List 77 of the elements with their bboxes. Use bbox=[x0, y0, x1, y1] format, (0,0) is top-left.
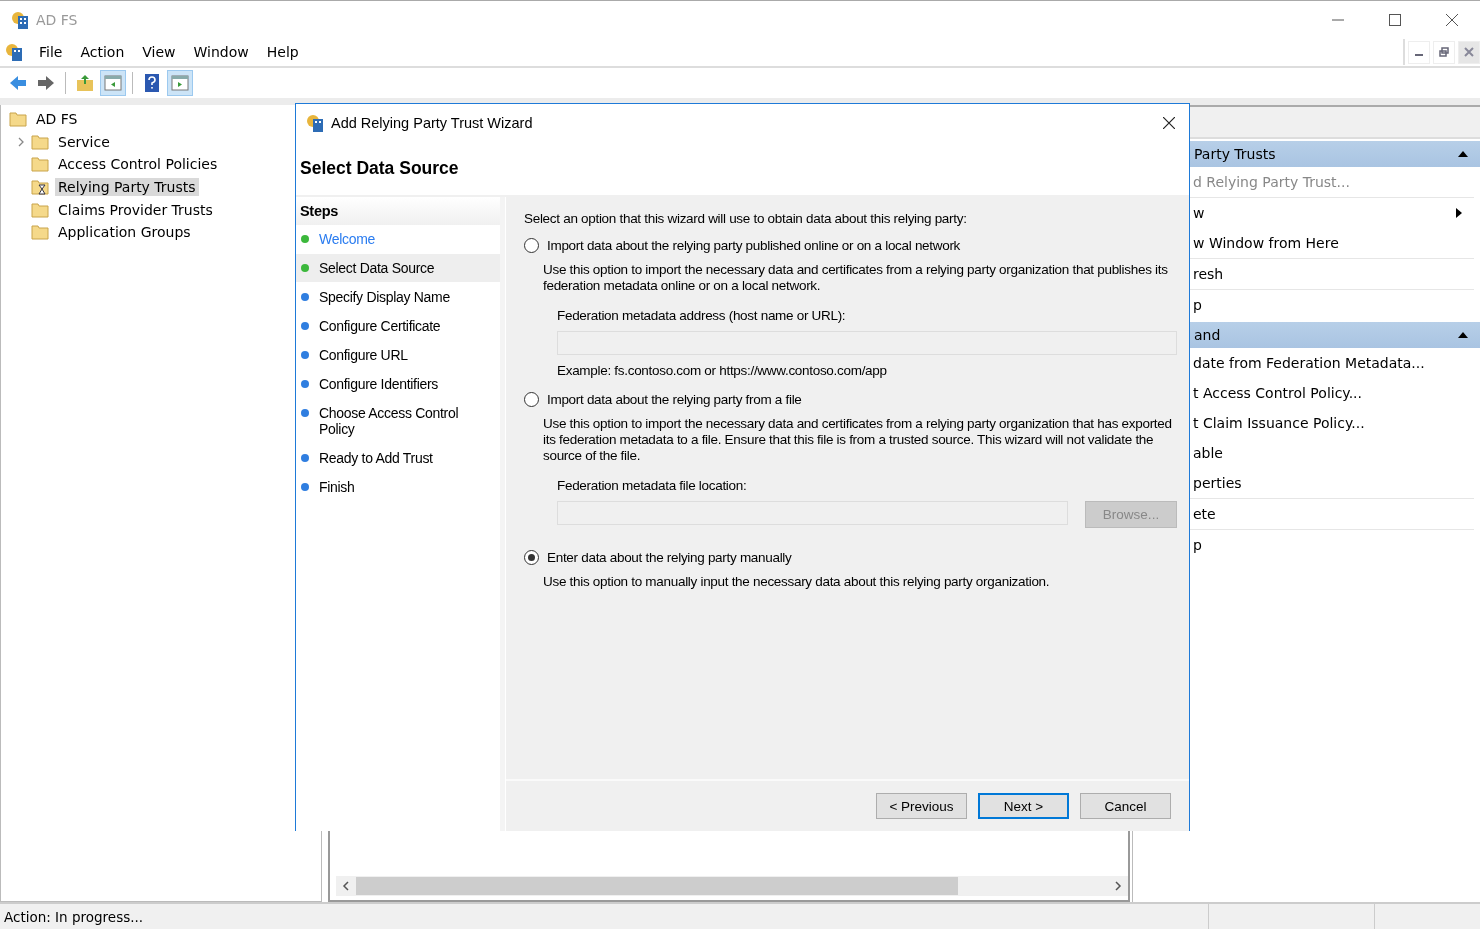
radio-option[interactable]: Enter data about the relying party manually bbox=[524, 550, 1177, 565]
wizard-step[interactable]: Specify Display Name bbox=[296, 283, 500, 311]
restore-button[interactable] bbox=[1433, 40, 1455, 64]
task-link[interactable]: p bbox=[1193, 297, 1202, 313]
task-link[interactable]: ete bbox=[1193, 506, 1216, 522]
pane-toggle-icon[interactable] bbox=[101, 71, 125, 95]
menu-item[interactable]: Window bbox=[193, 44, 249, 60]
close-button[interactable] bbox=[1458, 40, 1480, 64]
close-icon bbox=[1464, 47, 1474, 57]
dialog-button[interactable]: < Previous bbox=[876, 793, 967, 819]
field-label: Federation metadata address (host name or URL): bbox=[557, 308, 847, 323]
tree-item[interactable]: Access Control Policies bbox=[55, 155, 221, 174]
wizard-step[interactable]: Choose Access Control Policy bbox=[296, 399, 500, 443]
example-text: Example: fs.contoso.com or https://www.contoso.com/app bbox=[557, 363, 888, 378]
folder-icon bbox=[9, 111, 27, 128]
restore-icon bbox=[1439, 47, 1449, 57]
maximize-icon[interactable] bbox=[1389, 13, 1401, 26]
task-link[interactable]: w Window from Here bbox=[1193, 235, 1339, 251]
window-title: AD FS bbox=[36, 11, 78, 28]
task-link[interactable]: t Claim Issuance Policy... bbox=[1193, 415, 1365, 431]
page-title: Select Data Source bbox=[300, 157, 459, 179]
chevron-icon[interactable] bbox=[17, 136, 25, 147]
wizard-step[interactable]: Configure Certificate bbox=[296, 312, 500, 340]
wizard-step[interactable]: Ready to Add Trust bbox=[296, 444, 500, 472]
task-link[interactable]: w bbox=[1193, 205, 1205, 221]
menu-item[interactable]: File bbox=[39, 44, 63, 60]
scroll-right-icon[interactable] bbox=[1114, 881, 1122, 891]
radio-button[interactable] bbox=[524, 550, 539, 565]
folder-icon bbox=[31, 156, 49, 173]
task-link[interactable]: p bbox=[1193, 537, 1202, 553]
collapse-triangle-icon[interactable] bbox=[1458, 332, 1468, 338]
folder-icon bbox=[31, 224, 49, 241]
pane-toggle-icon[interactable] bbox=[168, 71, 192, 95]
wizard-step[interactable]: Configure Identifiers bbox=[296, 370, 500, 398]
dialog-title: Add Relying Party Trust Wizard bbox=[331, 114, 533, 131]
option-description: Use this option to import the necessary data and certificates from a relying party organization that publishes its federation metadata online or on a local network. bbox=[543, 262, 1169, 294]
minimize-icon bbox=[1415, 54, 1423, 56]
folder-icon bbox=[31, 201, 49, 218]
task-link[interactable]: t Access Control Policy... bbox=[1193, 385, 1362, 401]
menu-item[interactable]: Help bbox=[266, 44, 299, 60]
instruction-text: Select an option that this wizard will use to obtain data about this relying party: bbox=[524, 211, 968, 226]
wizard-step[interactable]: Finish bbox=[296, 473, 500, 501]
app-icon[interactable] bbox=[4, 42, 24, 62]
option-description: Use this option to manually input the necessary data about this relying party organization. bbox=[543, 574, 1051, 590]
tree-item[interactable]: Claims Provider Trusts bbox=[55, 200, 216, 219]
dialog-button[interactable]: Next > bbox=[978, 793, 1069, 819]
field-label: Federation metadata file location: bbox=[557, 478, 748, 493]
wizard-step[interactable]: Configure URL bbox=[296, 341, 500, 369]
dialog-button[interactable]: Cancel bbox=[1080, 793, 1171, 819]
tree-item[interactable]: Service bbox=[55, 132, 113, 151]
minimize-button[interactable] bbox=[1408, 40, 1430, 64]
collapse-triangle-icon[interactable] bbox=[1458, 151, 1468, 157]
option-description: Use this option to import the necessary data and certificates from a relying party organization that has exported its federation metadata to a file. Ensure that this file is from a trusted source. This wizard will not validate the source of the file. bbox=[543, 416, 1173, 464]
status-text: Action: In progress... bbox=[3, 908, 145, 925]
menu-item[interactable]: Action bbox=[80, 44, 125, 60]
radio-option[interactable]: Import data about the relying party published online or on a local network bbox=[524, 238, 1177, 253]
radio-button[interactable] bbox=[524, 238, 539, 253]
tree-item[interactable]: AD FS bbox=[33, 110, 81, 129]
horizontal-scrollbar[interactable] bbox=[336, 876, 1128, 896]
scroll-left-icon[interactable] bbox=[342, 881, 350, 891]
close-icon[interactable] bbox=[1163, 116, 1175, 129]
wizard-step[interactable]: Select Data Source bbox=[296, 254, 500, 282]
tree-item[interactable]: Application Groups bbox=[55, 223, 194, 242]
radio-option[interactable]: Import data about the relying party from a file bbox=[524, 392, 1177, 407]
task-link[interactable]: able bbox=[1193, 445, 1223, 461]
radio-button[interactable] bbox=[524, 392, 539, 407]
task-link[interactable]: date from Federation Metadata... bbox=[1193, 355, 1425, 371]
menu-item[interactable]: View bbox=[142, 44, 176, 60]
task-link[interactable]: perties bbox=[1193, 475, 1242, 491]
wizard-step[interactable]: Welcome bbox=[296, 225, 500, 253]
app-icon bbox=[10, 9, 30, 30]
task-link[interactable]: resh bbox=[1193, 266, 1224, 282]
tree-item[interactable]: Relying Party Trusts bbox=[55, 178, 199, 197]
close-icon[interactable] bbox=[1446, 13, 1458, 26]
steps-heading: Steps bbox=[300, 203, 338, 219]
folder-icon bbox=[31, 133, 49, 150]
app-icon bbox=[305, 112, 325, 133]
